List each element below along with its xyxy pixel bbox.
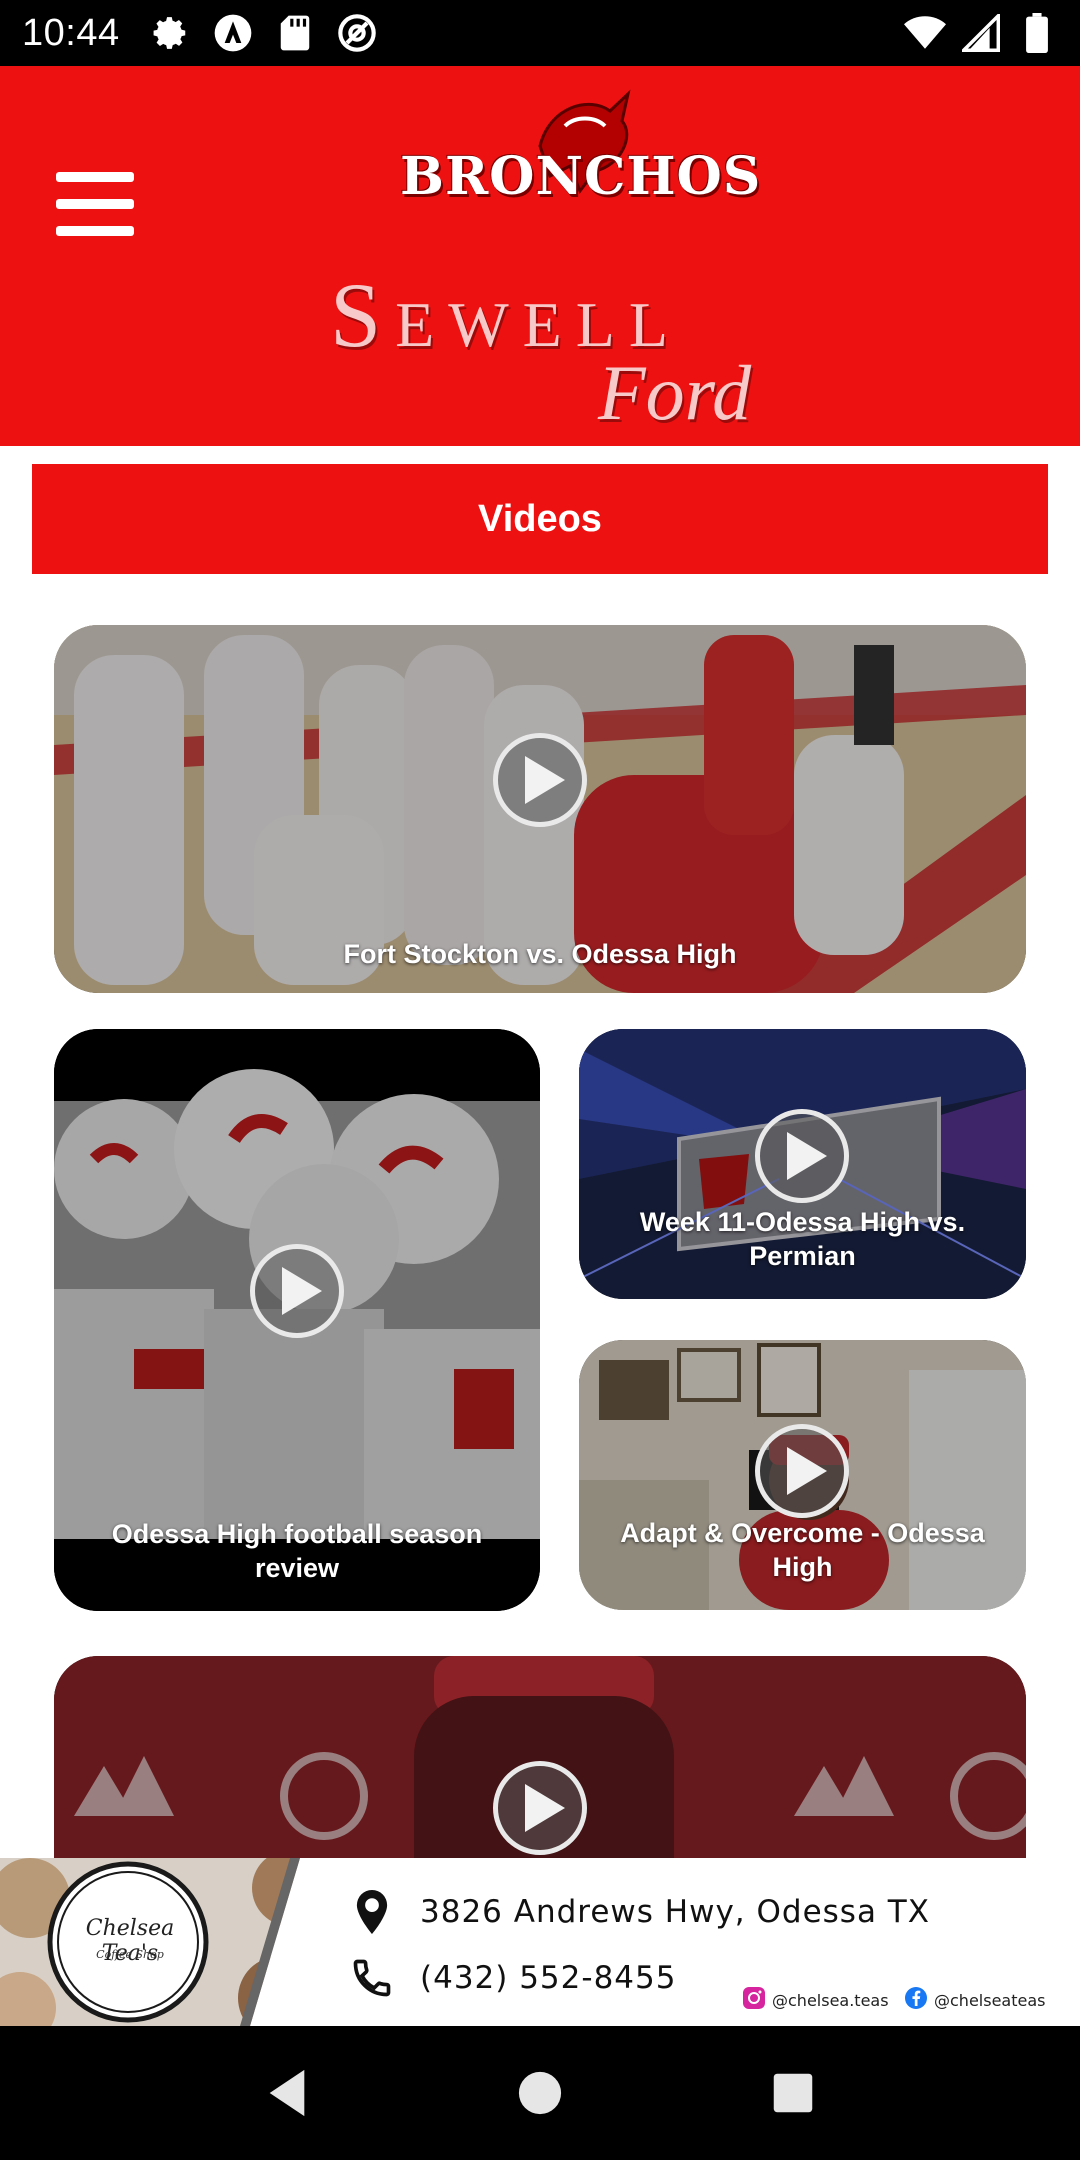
- play-icon[interactable]: [755, 1109, 849, 1203]
- play-icon[interactable]: [493, 733, 587, 827]
- team-logo: BRONCHOS: [400, 89, 760, 226]
- recents-icon[interactable]: [758, 2058, 828, 2128]
- ad-facebook: @chelseateas: [904, 1986, 1045, 2014]
- page-title: Videos: [32, 464, 1048, 574]
- ad-phone-row: (432) 552-8455: [350, 1956, 676, 2000]
- video-title: Adapt & Overcome - Odessa High: [620, 1518, 985, 1582]
- ad-phone: (432) 552-8455: [420, 1960, 677, 1996]
- ad-address-row: 3826 Andrews Hwy, Odessa TX: [350, 1890, 930, 1934]
- play-icon[interactable]: [493, 1761, 587, 1855]
- system-nav-bar: [0, 2026, 1080, 2160]
- hamburger-icon[interactable]: [56, 172, 134, 236]
- ad-banner[interactable]: Chelsea Tea's Coffee Shop 3826 Andrews H…: [0, 1858, 1080, 2026]
- status-bar: 10:44: [0, 0, 1080, 66]
- settings-icon: [150, 12, 192, 54]
- back-icon[interactable]: [252, 2058, 322, 2128]
- sponsor-logo-sub: Ford: [598, 349, 752, 436]
- facebook-icon: [904, 1986, 928, 2014]
- app-screen: 10:44 BRONCHOS Sewell Ford Videos Fort S…: [0, 0, 1080, 2160]
- video-title: Week 11-Odessa High vs. Permian: [639, 1207, 966, 1271]
- video-card[interactable]: Fort Stockton vs. Odessa High: [54, 625, 1026, 993]
- ad-address: 3826 Andrews Hwy, Odessa TX: [420, 1894, 930, 1930]
- play-icon[interactable]: [755, 1424, 849, 1518]
- phone-icon: [350, 1956, 394, 2000]
- app-header: BRONCHOS Sewell Ford: [0, 66, 1080, 446]
- ad-instagram-handle: @chelsea.teas: [772, 1990, 889, 2010]
- sd-card-icon: [274, 12, 316, 54]
- status-time: 10:44: [22, 11, 120, 54]
- play-icon[interactable]: [250, 1244, 344, 1338]
- autonavi-icon: [212, 12, 254, 54]
- ad-shop-sub: Coffee Shop: [96, 1948, 164, 1961]
- home-icon[interactable]: [505, 2058, 575, 2128]
- video-card[interactable]: Adapt & Overcome - Odessa High: [579, 1340, 1026, 1610]
- location-pin-icon: [350, 1890, 394, 1934]
- video-card[interactable]: Week 11-Odessa High vs. Permian: [579, 1029, 1026, 1299]
- battery-icon: [1016, 12, 1058, 54]
- ad-facebook-handle: @chelseateas: [934, 1990, 1046, 2010]
- no-disturb-icon: [336, 12, 378, 54]
- wifi-icon: [904, 12, 946, 54]
- status-icons-left: [150, 12, 378, 54]
- team-logo-text: BRONCHOS: [400, 146, 762, 207]
- cell-signal-icon: [960, 12, 1002, 54]
- video-title: Odessa High football season review: [111, 1519, 483, 1583]
- status-icons-right: [904, 12, 1058, 54]
- video-title: Fort Stockton vs. Odessa High: [343, 939, 737, 969]
- instagram-icon: [742, 1986, 766, 2014]
- video-card[interactable]: Odessa High football season review: [54, 1029, 540, 1611]
- ad-instagram: @chelsea.teas: [742, 1986, 889, 2014]
